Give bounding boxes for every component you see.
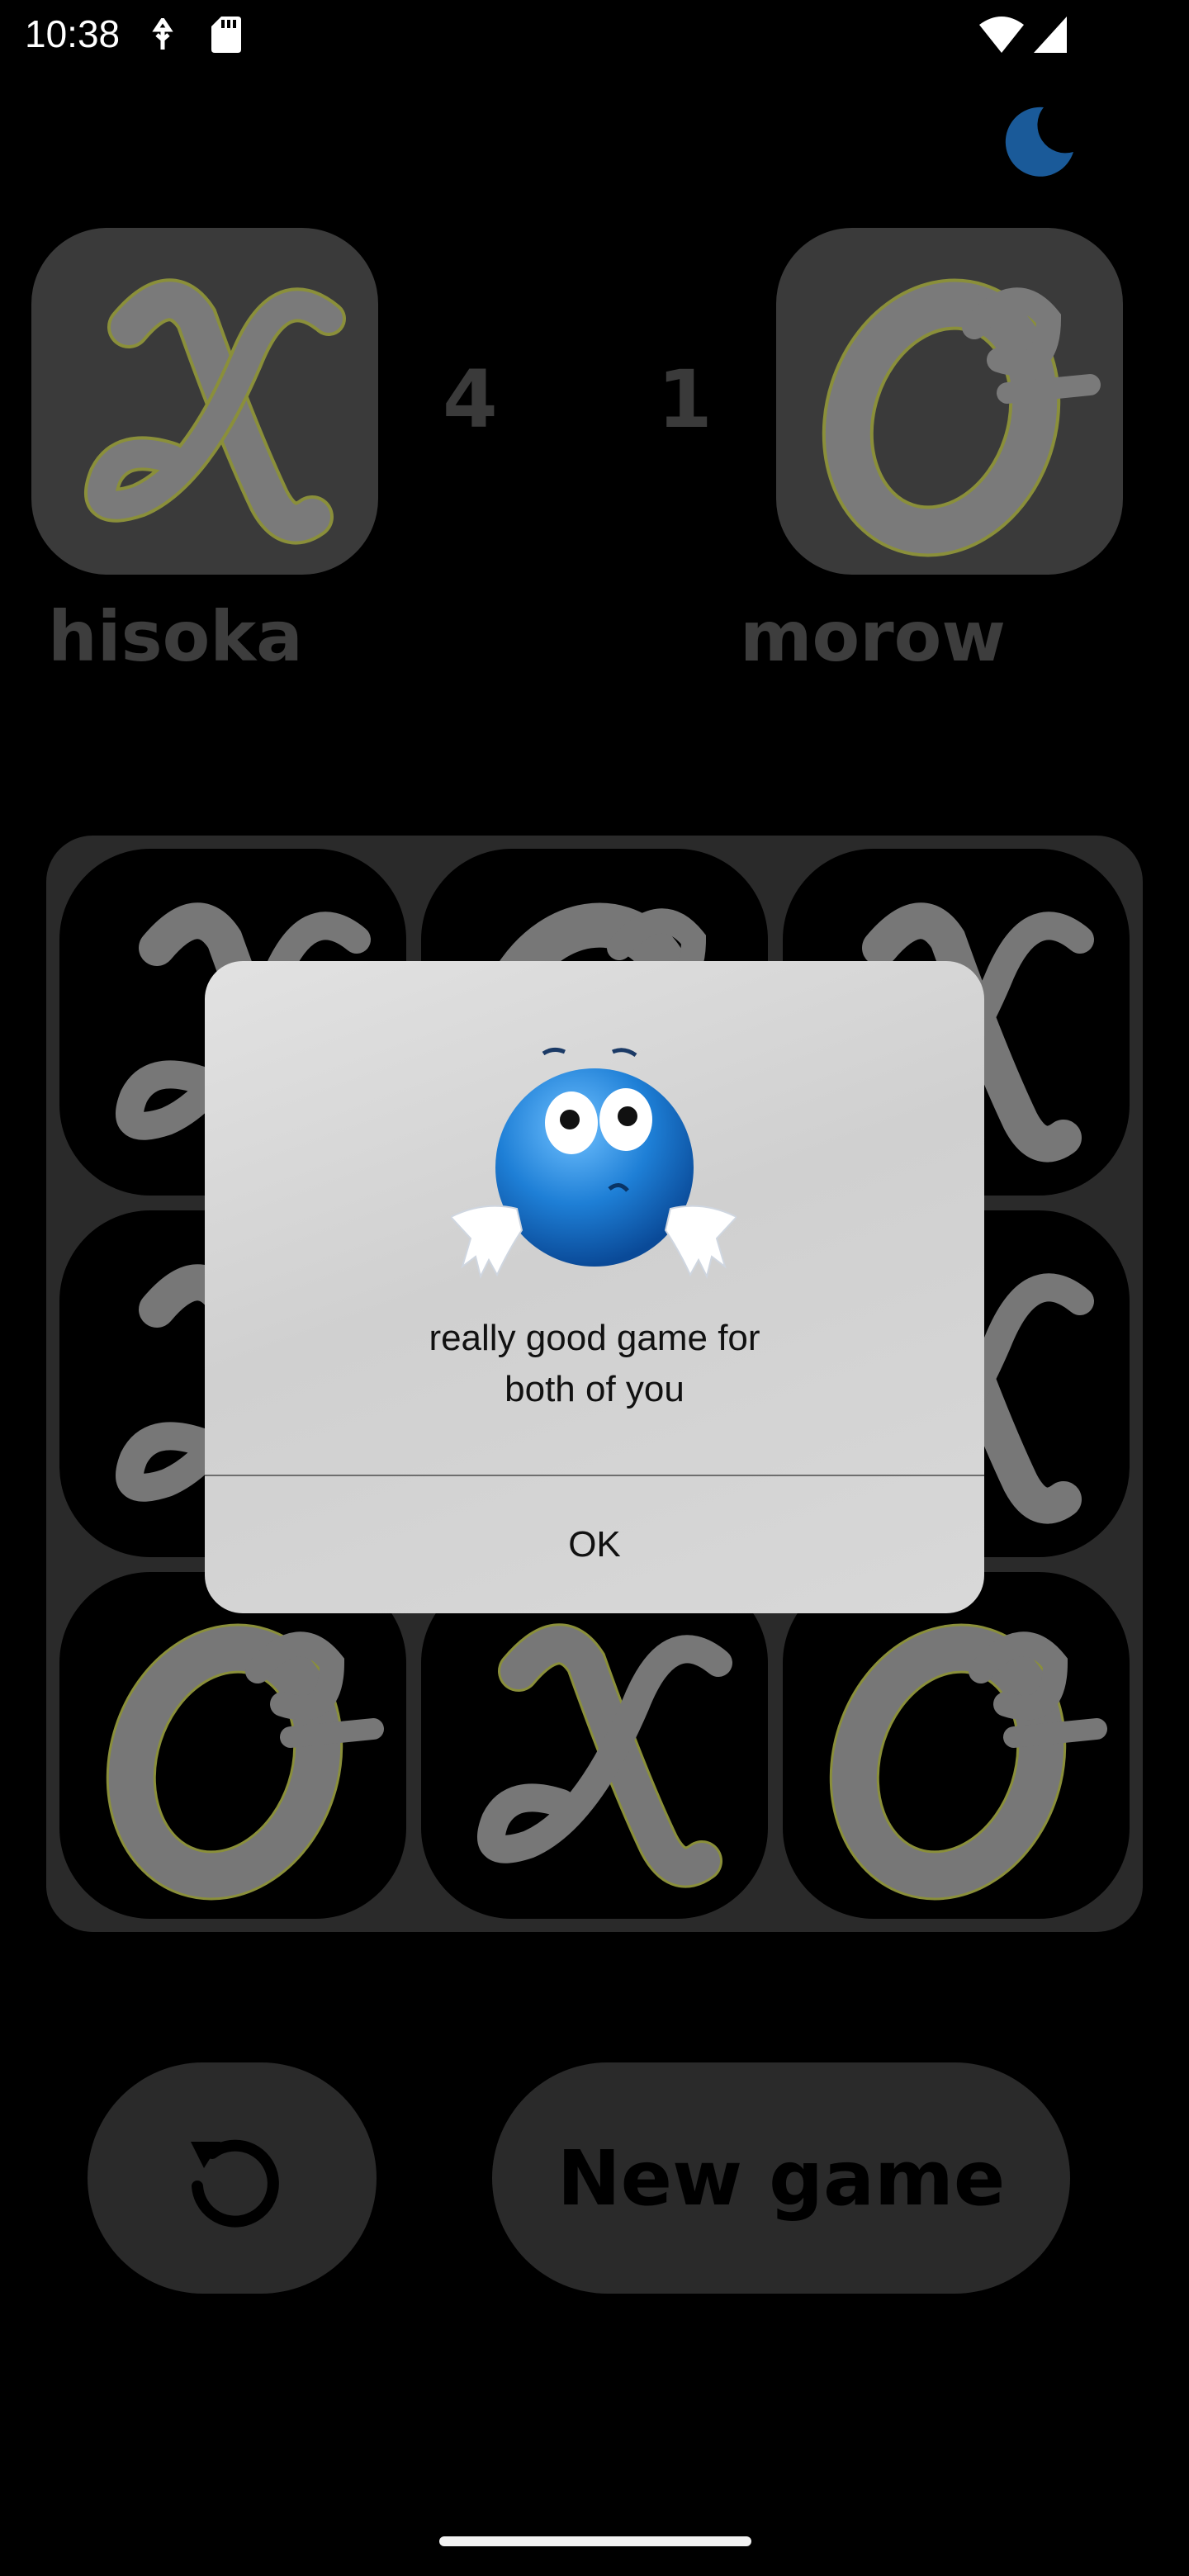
new-game-button[interactable]: New game	[492, 2062, 1070, 2294]
o-symbol-icon	[829, 1623, 1107, 1901]
wifi-icon	[979, 17, 1024, 53]
player-o-tile	[776, 228, 1123, 575]
status-time: 10:38	[25, 12, 121, 55]
x-symbol-icon	[477, 1623, 732, 1888]
signal-icon	[1034, 17, 1067, 53]
o-symbol-icon	[822, 278, 1101, 557]
moon-icon	[1005, 107, 1073, 177]
board-cell[interactable]	[59, 1572, 406, 1919]
home-indicator[interactable]	[439, 2536, 751, 2546]
player-x-name: hisoka	[48, 596, 303, 677]
sd-card-icon	[211, 17, 241, 53]
board-cell[interactable]	[783, 1572, 1130, 1919]
undo-icon	[191, 2139, 279, 2228]
theme-toggle-button[interactable]	[1001, 106, 1075, 177]
usb-debug-icon	[152, 18, 173, 50]
player-o-score: 1	[657, 353, 713, 446]
ok-button[interactable]: OK	[205, 1476, 984, 1613]
player-o-name: morow	[740, 596, 1006, 677]
o-symbol-icon	[106, 1623, 384, 1901]
game-over-dialog: really good game for both of you OK	[205, 961, 984, 1613]
x-symbol-icon	[84, 278, 346, 545]
undo-button[interactable]	[88, 2062, 377, 2294]
dialog-message: really good game for both of you	[429, 1318, 760, 1409]
board-cell[interactable]	[421, 1572, 768, 1919]
player-x-tile	[31, 228, 378, 575]
player-x-score: 4	[443, 353, 498, 446]
shrugging-emoji-icon	[451, 1047, 737, 1279]
